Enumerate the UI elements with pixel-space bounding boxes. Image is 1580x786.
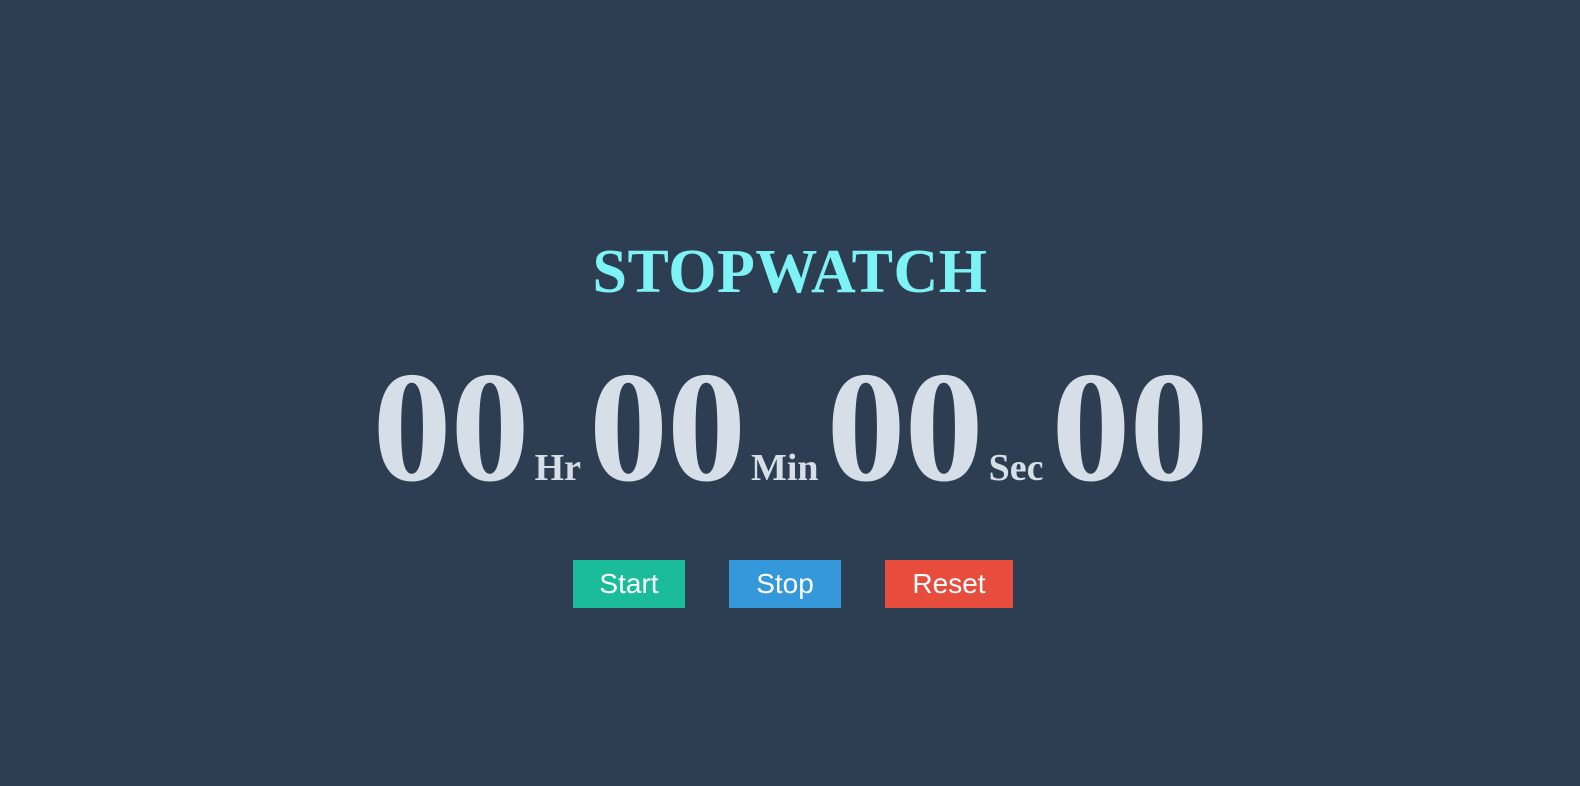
start-button[interactable]: Start	[573, 560, 685, 608]
control-buttons: Start Stop Reset	[0, 560, 1580, 608]
page-title: STOPWATCH	[592, 238, 988, 306]
centiseconds-value: 00	[1051, 340, 1208, 515]
hours-value: 00	[372, 340, 530, 515]
stop-button[interactable]: Stop	[729, 560, 841, 608]
seconds-unit-label: Sec	[988, 447, 1044, 489]
seconds-value: 00	[826, 340, 984, 515]
hours-unit-label: Hr	[534, 447, 581, 489]
minutes-unit-label: Min	[751, 447, 819, 489]
minutes-value: 00	[589, 340, 746, 515]
timer-display: 00 Hr 00 Min 00 Sec 00	[0, 348, 1580, 508]
reset-button[interactable]: Reset	[885, 560, 1013, 608]
